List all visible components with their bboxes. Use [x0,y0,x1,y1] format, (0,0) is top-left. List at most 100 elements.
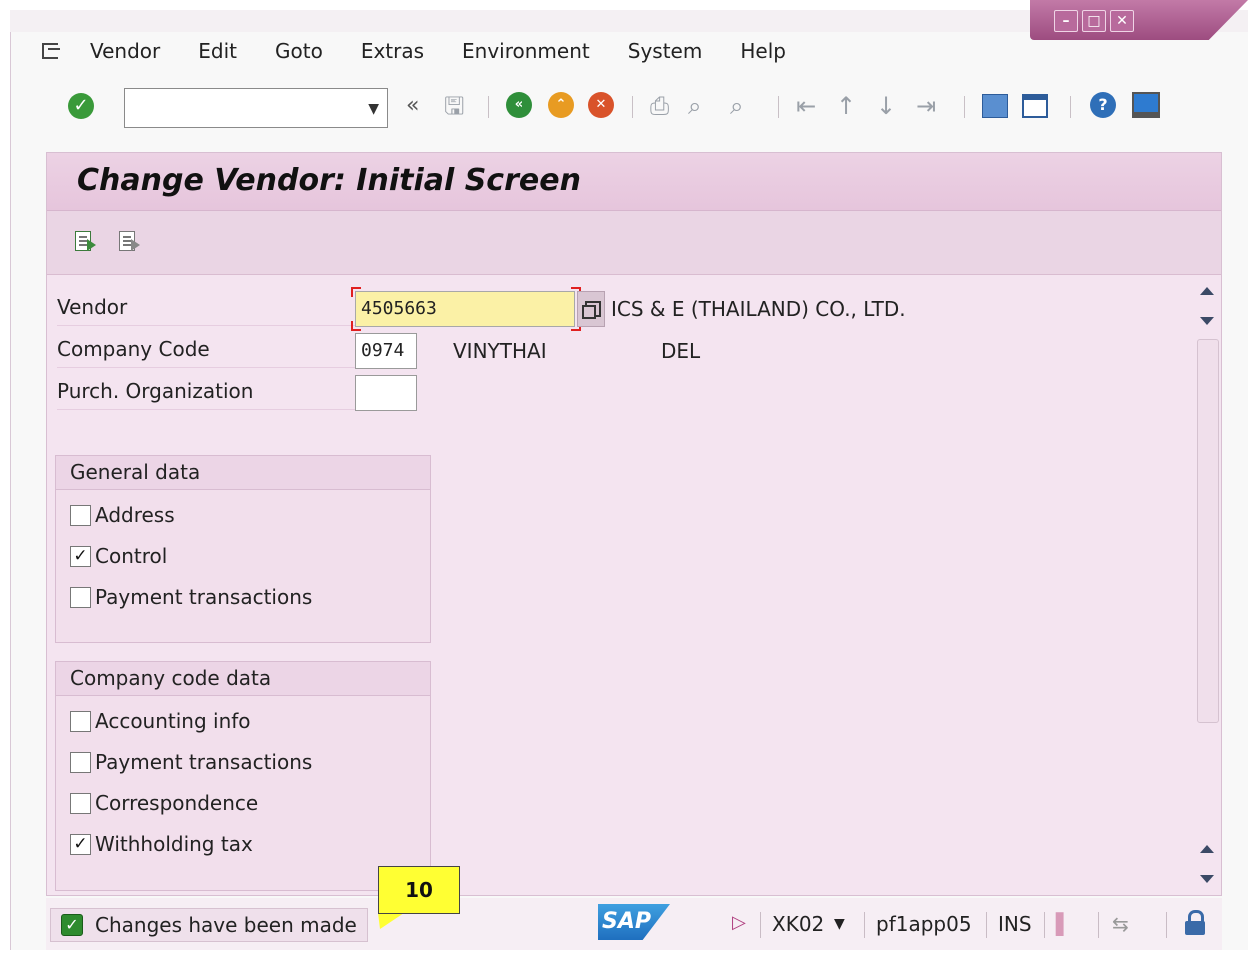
required-marker [351,287,361,297]
step-callout: 10 [378,866,460,914]
checkbox-label: Address [95,503,175,527]
lock-icon[interactable] [1184,910,1206,936]
checkbox[interactable] [70,586,91,608]
first-page-icon[interactable]: ⇤ [796,92,816,120]
checkbox-withholding-tax[interactable]: ✓ Withholding tax [70,830,253,858]
checkbox-correspondence[interactable]: Correspondence [70,789,258,817]
menu-system[interactable]: System [628,39,703,63]
load-indicator-icon: ▌ [1056,912,1072,936]
status-separator [1044,912,1045,938]
customize-layout-icon[interactable] [1132,92,1160,118]
vendor-name: ICS & E (THAILAND) CO., LTD. [611,297,906,321]
toolbar-separator [1070,96,1071,118]
find-next-icon[interactable]: ⌕ [730,92,743,120]
menu-environment[interactable]: Environment [462,39,590,63]
display-document-icon[interactable] [73,229,97,255]
print-icon[interactable]: ⎙ [650,92,669,120]
checkbox-accounting-info[interactable]: Accounting info [70,707,251,735]
callout-pointer [378,913,404,929]
checkbox-payment-transactions[interactable]: Payment transactions [70,583,312,611]
previous-page-icon[interactable]: ↑ [836,92,856,120]
chevron-down-icon[interactable]: ▼ [368,101,379,117]
scroll-down-icon[interactable] [1200,875,1214,883]
checkbox-address[interactable]: Address [70,501,175,529]
checkbox-label: Payment transactions [95,750,313,774]
tab-order-icon[interactable]: ⇆ [1112,912,1129,936]
vendor-label: Vendor [57,295,128,319]
toolbar-separator [964,96,965,118]
checkbox[interactable]: ✓ [70,833,91,855]
toolbar-separator [632,96,633,118]
purch-org-input[interactable] [355,375,417,411]
cancel-icon[interactable]: ✕ [588,92,614,118]
checkbox[interactable] [70,792,91,814]
group-title: Company code data [56,662,430,696]
menu-extras[interactable]: Extras [361,39,424,63]
vendor-input[interactable]: 4505663 [355,291,575,327]
play-icon[interactable]: ▷ [732,912,746,933]
menu-edit[interactable]: Edit [198,39,237,63]
back-icon[interactable]: « [506,92,532,118]
checkbox-control[interactable]: ✓ Control [70,542,167,570]
status-separator [1166,912,1167,938]
checkbox[interactable] [70,710,91,732]
status-separator [760,912,761,938]
checkbox[interactable] [70,504,91,526]
value-help-button[interactable] [577,291,605,327]
required-marker [351,321,361,331]
status-message[interactable]: ✓ Changes have been made [50,908,368,942]
next-page-icon[interactable]: ↓ [876,92,896,120]
divider [57,325,395,326]
vertical-scrollbar[interactable] [1195,275,1219,887]
enter-check-icon[interactable]: ✓ [68,93,94,119]
status-separator [1098,912,1099,938]
company-code-input[interactable]: 0974 [355,333,417,369]
company-code-name: VINYTHAI [453,339,547,363]
menu-help[interactable]: Help [740,39,786,63]
close-button[interactable]: ✕ [1110,10,1134,32]
checkbox[interactable] [70,751,91,773]
page-title: Change Vendor: Initial Screen [77,163,581,198]
find-icon[interactable]: ⌕ [688,92,701,120]
chevron-down-icon[interactable]: ▼ [834,916,845,932]
last-page-icon[interactable]: ⇥ [916,92,936,120]
system-menu-icon[interactable] [40,41,64,61]
status-message-text: Changes have been made [95,913,357,937]
scroll-up-icon[interactable] [1200,287,1214,295]
company-code-city: DEL [661,339,701,363]
exit-icon[interactable]: ⌃ [548,92,574,118]
main-panel: Change Vendor: Initial Screen Vendor 450… [46,152,1222,896]
back-history-icon[interactable]: « [406,92,419,120]
toolbar-separator [488,96,489,118]
checkbox-label: Control [95,544,168,568]
change-document-icon[interactable] [117,229,141,255]
server-name: pf1app05 [876,912,972,936]
checkbox-cc-payment-transactions[interactable]: Payment transactions [70,748,312,776]
input-mode[interactable]: INS [998,912,1032,936]
standard-toolbar: ✓ ▼ « 🖫 « ⌃ ✕ ⎙ ⌕ ⌕ ⇤ ↑ ↓ ⇥ ? [40,82,1200,132]
transaction-code: XK02 [772,912,825,936]
maximize-button[interactable]: □ [1082,10,1106,32]
success-check-icon: ✓ [61,914,83,936]
company-code-label: Company Code [57,337,210,361]
general-data-group: General data Address ✓ Control Payment t… [55,455,431,643]
scroll-thumb[interactable] [1197,339,1219,723]
checkbox-label: Payment transactions [95,585,313,609]
scroll-down-icon[interactable] [1200,317,1214,325]
checkbox[interactable]: ✓ [70,545,91,567]
help-icon[interactable]: ? [1090,92,1116,118]
company-code-data-group: Company code data Accounting info Paymen… [55,661,431,891]
divider [57,409,395,410]
menu-vendor[interactable]: Vendor [90,39,160,63]
save-icon[interactable]: 🖫 [444,92,464,120]
command-field[interactable]: ▼ [124,88,388,128]
toolbar-separator [778,96,779,118]
menu-goto[interactable]: Goto [275,39,323,63]
scroll-up-icon[interactable] [1200,845,1214,853]
menu-bar: Vendor Edit Goto Extras Environment Syst… [40,36,824,66]
create-session-icon[interactable] [982,94,1008,118]
checkbox-label: Correspondence [95,791,259,815]
group-title: General data [56,456,430,490]
shortcut-icon[interactable] [1022,94,1048,118]
minimize-button[interactable]: – [1054,10,1078,32]
